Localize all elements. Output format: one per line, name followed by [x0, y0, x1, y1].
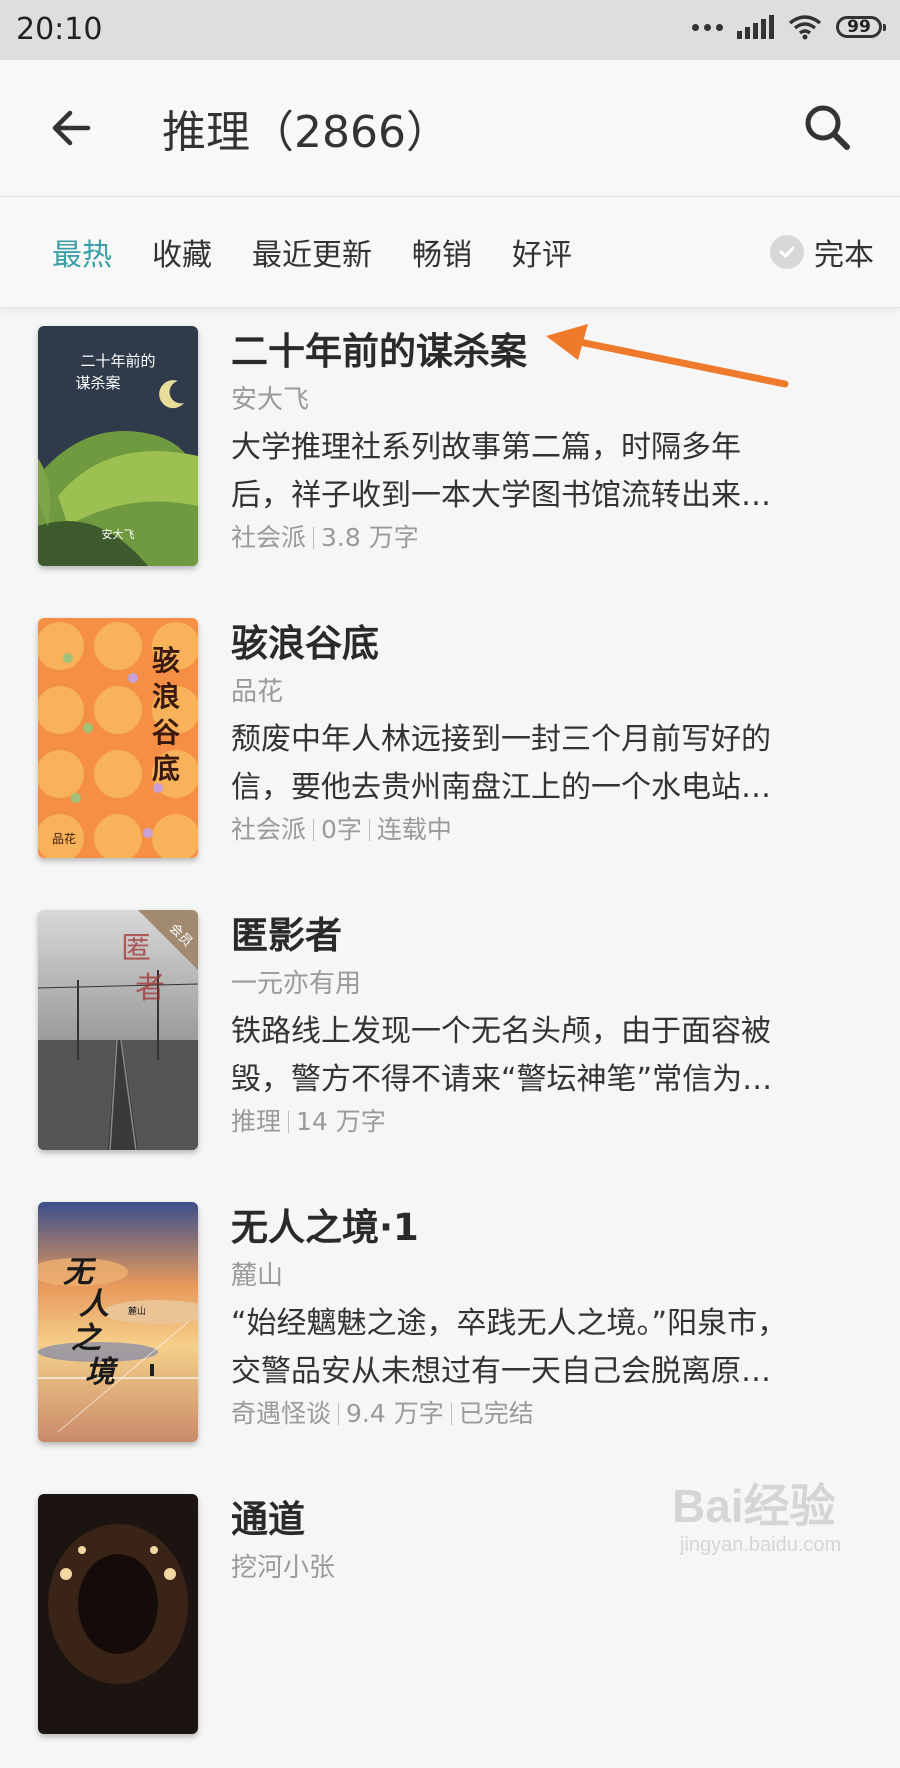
check-circle-icon — [770, 235, 804, 269]
status-bar: 20:10 99 — [0, 0, 900, 60]
status-icons: 99 — [692, 14, 886, 40]
book-cover: 无 人 之 境 麓山 — [38, 1202, 198, 1442]
book-status: 已完结 — [458, 1399, 534, 1428]
signal-icon — [737, 15, 774, 39]
book-item[interactable]: 无 人 之 境 麓山 无人之境·1 麓山 “始经魑魅之途，卒践无人之境。”阳泉市… — [0, 1184, 900, 1476]
book-author: 一元亦有用 — [231, 969, 362, 999]
cover-title-char: 骇 — [152, 644, 180, 677]
wifi-icon — [788, 15, 822, 40]
book-author: 品花 — [231, 677, 284, 707]
book-meta: 社会派 3.8 万字 — [231, 520, 871, 556]
cover-author: 品花 — [52, 831, 76, 846]
meta-divider — [338, 1403, 340, 1425]
book-description: 大学推理社系列故事第二篇，时隔多年 后，祥子收到一本大学图书馆流转出来… — [231, 424, 851, 520]
cover-title-char: 匿 — [121, 931, 151, 966]
more-dots-icon — [692, 23, 723, 31]
book-meta: 奇遇怪谈 9.4 万字 已完结 — [231, 1396, 871, 1432]
book-title: 匿影者 — [231, 914, 342, 957]
meta-divider — [313, 819, 315, 841]
book-title: 无人之境·1 — [231, 1206, 419, 1249]
watermark-brand: Bai经验 — [672, 1480, 836, 1532]
meta-divider — [313, 527, 315, 549]
search-icon[interactable] — [800, 100, 856, 156]
book-info: 匿影者 一元亦有用 铁路线上发现一个无名头颅，由于面容被 毁，警方不得不请来“警… — [231, 910, 871, 1140]
cover-title-char: 之 — [71, 1321, 103, 1356]
book-item[interactable]: 会员 匿 者 匿影者 一元亦有用 铁路线上发现一个无名头颅，由于面容被 毁，警方… — [0, 892, 900, 1184]
book-title: 骇浪谷底 — [231, 622, 379, 665]
cover-title-line2: 谋杀案 — [75, 374, 120, 392]
book-word-count: 3.8 万字 — [321, 523, 419, 552]
book-genre: 社会派 — [231, 523, 307, 552]
book-description-line: 铁路线上发现一个无名头颅，由于面容被 — [231, 1014, 771, 1049]
book-genre: 社会派 — [231, 815, 307, 844]
cover-title-char: 底 — [152, 752, 180, 785]
book-cover: 会员 匿 者 — [38, 910, 198, 1150]
complete-filter-toggle[interactable]: 完本 — [770, 197, 874, 307]
book-word-count: 0字 — [321, 815, 362, 844]
watermark: Bai经验 jingyan.baidu.com — [672, 1470, 872, 1580]
book-info: 骇浪谷底 品花 颓废中年人林远接到一封三个月前写好的 信，要他去贵州南盘江上的一… — [231, 618, 871, 848]
cover-title-char: 人 — [79, 1287, 109, 1322]
app-header: 推理（2866） — [0, 60, 900, 197]
watermark-url: jingyan.baidu.com — [680, 1534, 842, 1556]
battery-level: 99 — [847, 17, 871, 37]
tab-recently-updated[interactable]: 最近更新 — [252, 230, 372, 274]
book-meta: 推理 14 万字 — [231, 1104, 871, 1140]
book-description: “始经魑魅之途，卒践无人之境。”阳泉市， 交警品安从未想过有一天自己会脱离原… — [231, 1300, 851, 1396]
book-status: 连载中 — [376, 815, 452, 844]
status-time: 20:10 — [16, 12, 103, 47]
book-cover: 二十年前的 谋杀案 安大飞 — [38, 326, 198, 566]
book-genre: 奇遇怪谈 — [231, 1399, 332, 1428]
book-description-line: “始经魑魅之途，卒践无人之境。”阳泉市， — [231, 1306, 788, 1341]
book-item[interactable]: 骇 浪 谷 底 品花 骇浪谷底 品花 颓废中年人林远接到一封三个月前写好的 信，… — [0, 600, 900, 892]
cover-title-line1: 二十年前的 — [80, 352, 155, 370]
cover-author: 麓山 — [128, 1305, 146, 1317]
book-description: 铁路线上发现一个无名头颅，由于面容被 毁，警方不得不请来“警坛神笔”常信为… — [231, 1008, 851, 1104]
back-arrow-icon[interactable] — [44, 100, 100, 156]
cover-title-char: 浪 — [152, 680, 180, 713]
complete-label: 完本 — [814, 238, 874, 273]
cover-title-char: 境 — [85, 1355, 119, 1390]
cover-author: 安大飞 — [102, 527, 135, 541]
book-genre: 推理 — [231, 1107, 282, 1136]
book-meta: 社会派 0字 连载中 — [231, 812, 871, 848]
meta-divider — [450, 1403, 452, 1425]
tab-hottest[interactable]: 最热 — [52, 230, 112, 274]
book-description-line: 交警品安从未想过有一天自己会脱离原… — [231, 1354, 771, 1389]
page-title: 推理（2866） — [162, 107, 450, 158]
book-description-line: 大学推理社系列故事第二篇，时隔多年 — [231, 430, 741, 465]
book-description: 颓废中年人林远接到一封三个月前写好的 信，要他去贵州南盘江上的一个水电站… — [231, 716, 851, 812]
cover-title-char: 无 — [63, 1255, 97, 1290]
book-description-line: 信，要他去贵州南盘江上的一个水电站… — [231, 770, 771, 805]
cover-title-char: 者 — [135, 971, 165, 1006]
book-word-count: 9.4 万字 — [346, 1399, 444, 1428]
meta-divider — [368, 819, 370, 841]
sort-tabs: 最热 收藏 最近更新 畅销 好评 — [52, 197, 572, 307]
book-description-line: 后，祥子收到一本大学图书馆流转出来… — [231, 478, 771, 513]
book-description-line: 毁，警方不得不请来“警坛神笔”常信为… — [231, 1062, 773, 1097]
book-description-line: 颓废中年人林远接到一封三个月前写好的 — [231, 722, 771, 757]
annotation-arrow-icon — [546, 324, 789, 388]
battery-icon: 99 — [836, 16, 886, 38]
book-author: 麓山 — [231, 1261, 284, 1291]
tab-top-rated[interactable]: 好评 — [512, 230, 572, 274]
tab-favorites[interactable]: 收藏 — [152, 230, 212, 274]
filter-bar: 最热 收藏 最近更新 畅销 好评 完本 — [0, 197, 900, 308]
tab-bestselling[interactable]: 畅销 — [412, 230, 472, 274]
book-cover — [38, 1494, 198, 1734]
book-cover: 骇 浪 谷 底 品花 — [38, 618, 198, 858]
book-info: 无人之境·1 麓山 “始经魑魅之途，卒践无人之境。”阳泉市， 交警品安从未想过有… — [231, 1202, 871, 1432]
meta-divider — [288, 1111, 290, 1133]
book-word-count: 14 万字 — [296, 1107, 386, 1136]
cover-title-char: 谷 — [152, 716, 181, 749]
